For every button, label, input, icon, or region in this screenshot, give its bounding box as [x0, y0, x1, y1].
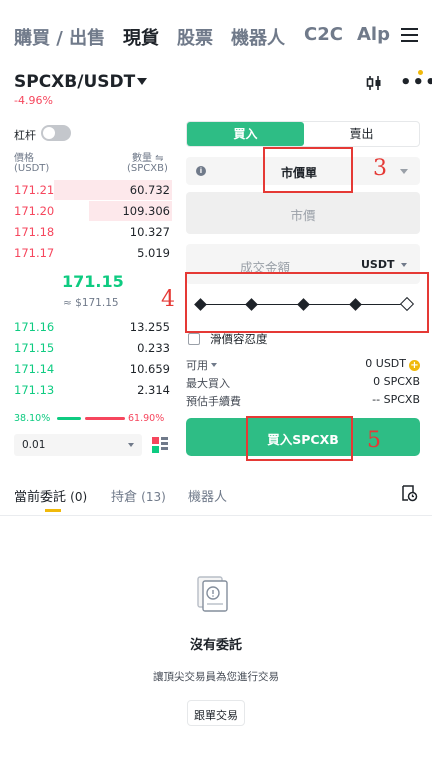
ask-row[interactable]: 171.21 60.732 — [0, 180, 178, 200]
buy-ratio: 38.10% — [14, 413, 51, 424]
copy-trading-label: 跟單交易 — [194, 709, 238, 722]
bid-price: 171.13 — [14, 383, 55, 397]
ask-row[interactable]: 171.18 10.327 — [0, 222, 178, 242]
empty-title: 沒有委託 — [189, 638, 242, 653]
ask-price: 171.17 — [14, 246, 55, 260]
max-buy-value: 0 SPCXB — [373, 375, 420, 388]
slippage-checkbox[interactable] — [188, 333, 200, 345]
bid-price: 171.15 — [14, 341, 55, 355]
available-row: 可用 0 USDT + — [186, 357, 420, 373]
bid-row[interactable]: 171.13 2.314 — [0, 380, 178, 400]
chevron-down-icon — [211, 363, 217, 367]
empty-document-icon — [197, 576, 228, 612]
fee-label: 預估手續費 — [186, 395, 241, 408]
annotation-box-3 — [263, 147, 353, 193]
bid-row[interactable]: 171.14 10.659 — [0, 359, 178, 379]
orderbook-layout-icon[interactable] — [151, 436, 169, 454]
bid-price: 171.14 — [14, 362, 55, 376]
annotation-number-5: 5 — [367, 428, 381, 453]
add-funds-icon[interactable]: + — [409, 360, 420, 371]
max-buy-label: 最大買入 — [186, 377, 230, 390]
ask-qty: 5.019 — [137, 246, 170, 260]
bid-qty: 13.255 — [129, 320, 170, 334]
price-change: -4.96% — [14, 94, 53, 107]
last-price-fiat: ≈ $171.15 — [63, 297, 119, 309]
tab-open-orders[interactable]: 當前委託 (0) — [14, 486, 87, 505]
tab-sell[interactable]: 賣出 — [304, 122, 419, 146]
slippage-label[interactable]: 滑價容忍度 — [210, 331, 268, 347]
last-price[interactable]: 171.15 — [62, 272, 124, 291]
tab-holdings[interactable]: 持倉 (13) — [111, 486, 166, 505]
notification-dot — [418, 70, 423, 75]
bid-row[interactable]: 171.16 13.255 — [0, 317, 178, 337]
tab-buy[interactable]: 買入 — [187, 122, 304, 146]
chevron-down-icon[interactable] — [137, 78, 147, 85]
nav-alpha[interactable]: Alpl — [357, 24, 391, 45]
nav-bots[interactable]: 機器人 — [231, 24, 285, 50]
nav-c2c[interactable]: C2C — [304, 24, 343, 45]
top-nav: 購買 / 出售 現貨 股票 機器人 C2C Alpl — [0, 20, 432, 54]
more-dots-icon[interactable]: ••• — [400, 72, 432, 93]
depth-precision-select[interactable]: 0.01 — [14, 434, 142, 456]
tab-bots[interactable]: 機器人 — [188, 486, 227, 505]
available-value: 0 USDT + — [365, 357, 420, 371]
annotation-box-5 — [246, 416, 353, 461]
max-buy-row: 最大買入 0 SPCXB — [186, 375, 420, 391]
nav-spot[interactable]: 現貨 — [123, 24, 159, 50]
ask-price: 171.21 — [14, 183, 55, 197]
order-history-icon[interactable] — [400, 484, 418, 502]
annotation-number-3: 3 — [373, 156, 387, 181]
sell-ratio-bar — [85, 417, 125, 420]
bid-row[interactable]: 171.15 0.233 — [0, 338, 178, 358]
bid-qty: 2.314 — [137, 383, 170, 397]
available-label[interactable]: 可用 — [186, 357, 217, 373]
ask-price: 171.18 — [14, 225, 55, 239]
ask-qty: 109.306 — [122, 204, 170, 218]
fee-row: 預估手續費 -- SPCXB — [186, 393, 420, 409]
leverage-label: 杠杆 — [14, 129, 36, 142]
active-tab-indicator — [45, 509, 61, 512]
candlestick-chart-icon[interactable] — [365, 74, 383, 92]
ob-price-header: 價格 — [14, 153, 34, 164]
ask-row[interactable]: 171.17 5.019 — [0, 243, 178, 263]
chevron-down-icon — [400, 169, 408, 174]
copy-trading-button[interactable]: 跟單交易 — [187, 700, 245, 726]
ob-qty-header[interactable]: 數量 ⇋ — [132, 149, 164, 164]
annotation-box-4 — [185, 272, 429, 333]
ask-price: 171.20 — [14, 204, 55, 218]
nav-buy-sell[interactable]: 購買 / 出售 — [14, 24, 105, 50]
ask-row[interactable]: 171.20 109.306 — [0, 201, 178, 221]
ask-qty: 60.732 — [129, 183, 170, 197]
ob-qty-unit: (SPCXB) — [127, 163, 168, 174]
info-icon[interactable]: i — [196, 166, 206, 176]
sell-ratio: 61.90% — [128, 413, 165, 424]
chevron-down-icon — [128, 443, 134, 447]
bid-qty: 0.233 — [137, 341, 170, 355]
price-input: 市價 — [186, 192, 420, 234]
ask-qty: 10.327 — [129, 225, 170, 239]
ob-price-unit: (USDT) — [14, 163, 50, 174]
fee-value: -- SPCXB — [372, 393, 420, 406]
empty-description: 讓頂尖交易員為您進行交易 — [153, 671, 279, 683]
depth-precision-value: 0.01 — [22, 439, 46, 451]
divider — [0, 515, 432, 516]
chevron-down-icon — [401, 263, 407, 267]
side-tabs: 買入 賣出 — [186, 121, 420, 147]
price-placeholder: 市價 — [290, 208, 316, 223]
bid-price: 171.16 — [14, 320, 55, 334]
buy-ratio-bar — [57, 417, 81, 420]
hamburger-menu-icon[interactable] — [401, 28, 418, 43]
nav-stocks[interactable]: 股票 — [177, 24, 213, 50]
amount-unit[interactable]: USDT — [361, 258, 395, 271]
pair-symbol[interactable]: SPCXB/USDT — [14, 72, 135, 92]
bid-qty: 10.659 — [129, 362, 170, 376]
leverage-toggle[interactable] — [41, 125, 71, 141]
annotation-number-4: 4 — [161, 287, 175, 312]
